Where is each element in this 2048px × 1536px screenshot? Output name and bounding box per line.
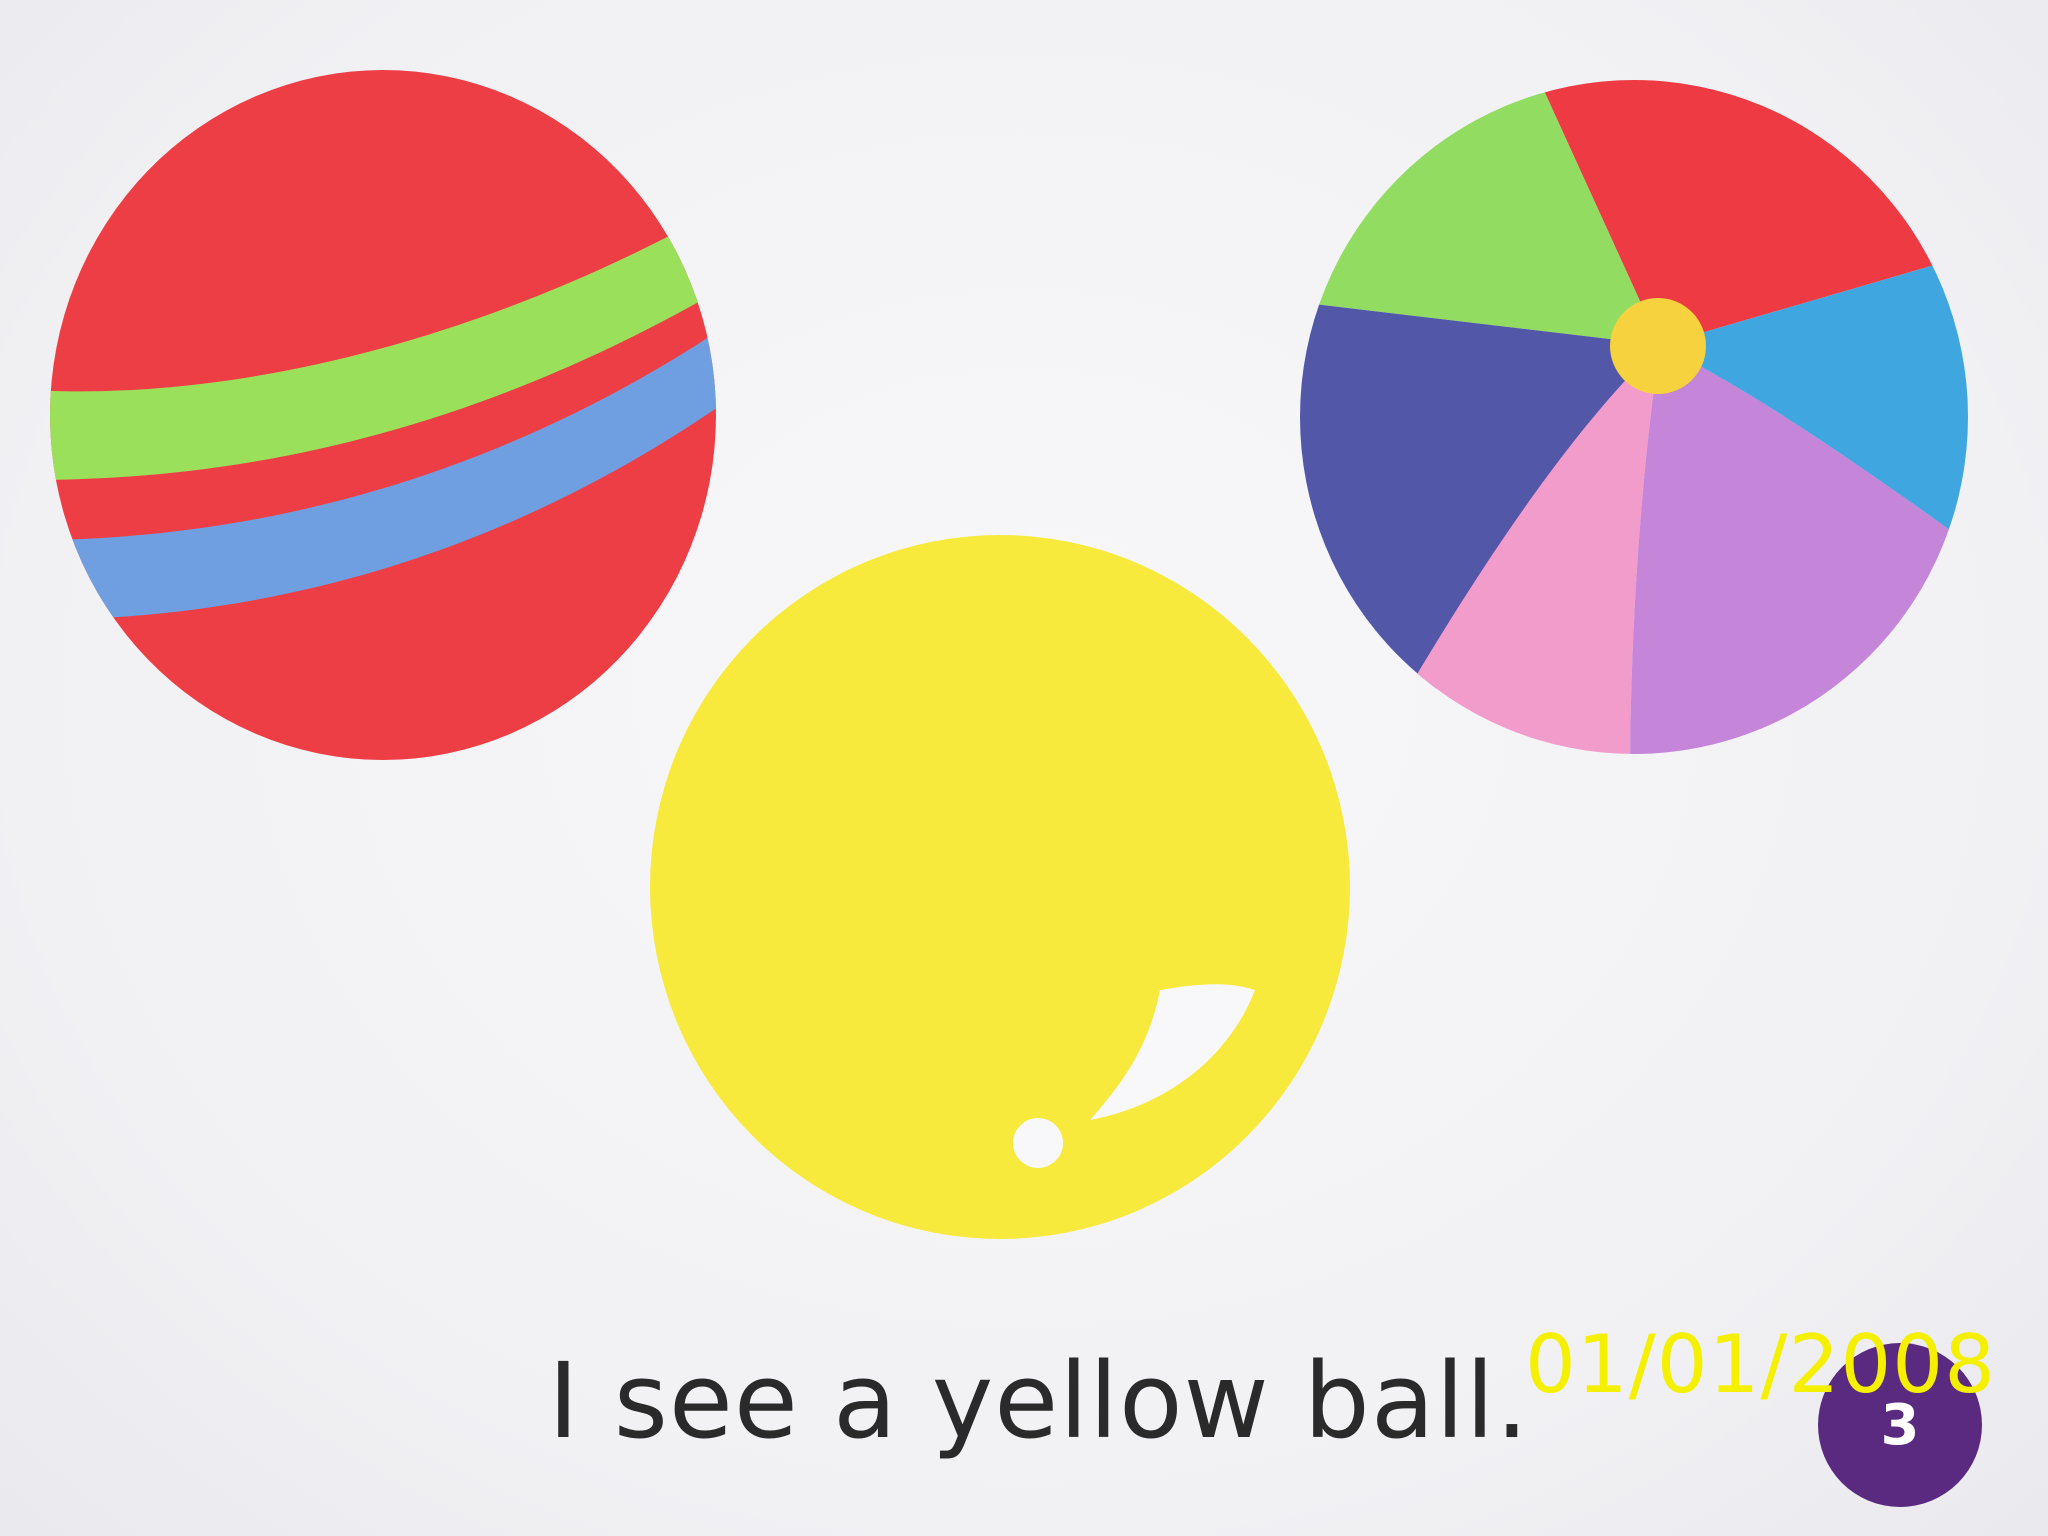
caption-text: I see a yellow ball. <box>548 1340 1530 1462</box>
date-stamp: 01/01/2008 <box>1525 1318 1997 1411</box>
book-page: I see a yellow ball. 3 01/01/2008 <box>0 0 2048 1536</box>
yellow-ball-body <box>650 535 1350 1239</box>
striped-red-ball <box>50 70 716 760</box>
beach-ball <box>1300 80 1968 754</box>
yellow-ball <box>650 535 1350 1239</box>
yellow-ball-dot <box>1013 1118 1063 1168</box>
beach-ball-center-cap <box>1610 298 1706 394</box>
